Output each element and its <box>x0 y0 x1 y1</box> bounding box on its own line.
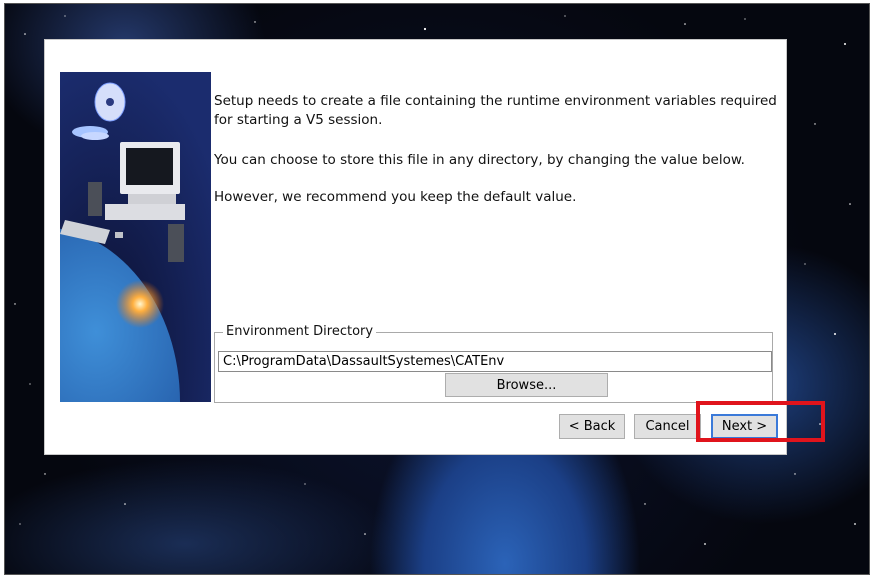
cancel-button[interactable]: Cancel <box>634 414 701 439</box>
browse-button[interactable]: Browse... <box>445 373 608 397</box>
next-button-highlight <box>696 401 825 442</box>
back-button[interactable]: < Back <box>559 414 625 439</box>
message-line-2: You can choose to store this file in any… <box>214 152 745 168</box>
group-title: Environment Directory <box>223 324 377 339</box>
directory-input[interactable] <box>218 351 772 372</box>
message-line-3: However, we recommend you keep the defau… <box>214 189 577 205</box>
environment-directory-group: Environment Directory Browse... <box>214 324 773 403</box>
desktop-background: Setup needs to create a file containing … <box>4 3 870 575</box>
setup-dialog: Setup needs to create a file containing … <box>44 39 787 455</box>
message-line-1: Setup needs to create a file containing … <box>214 93 777 128</box>
computer-illustration-icon <box>60 72 211 402</box>
